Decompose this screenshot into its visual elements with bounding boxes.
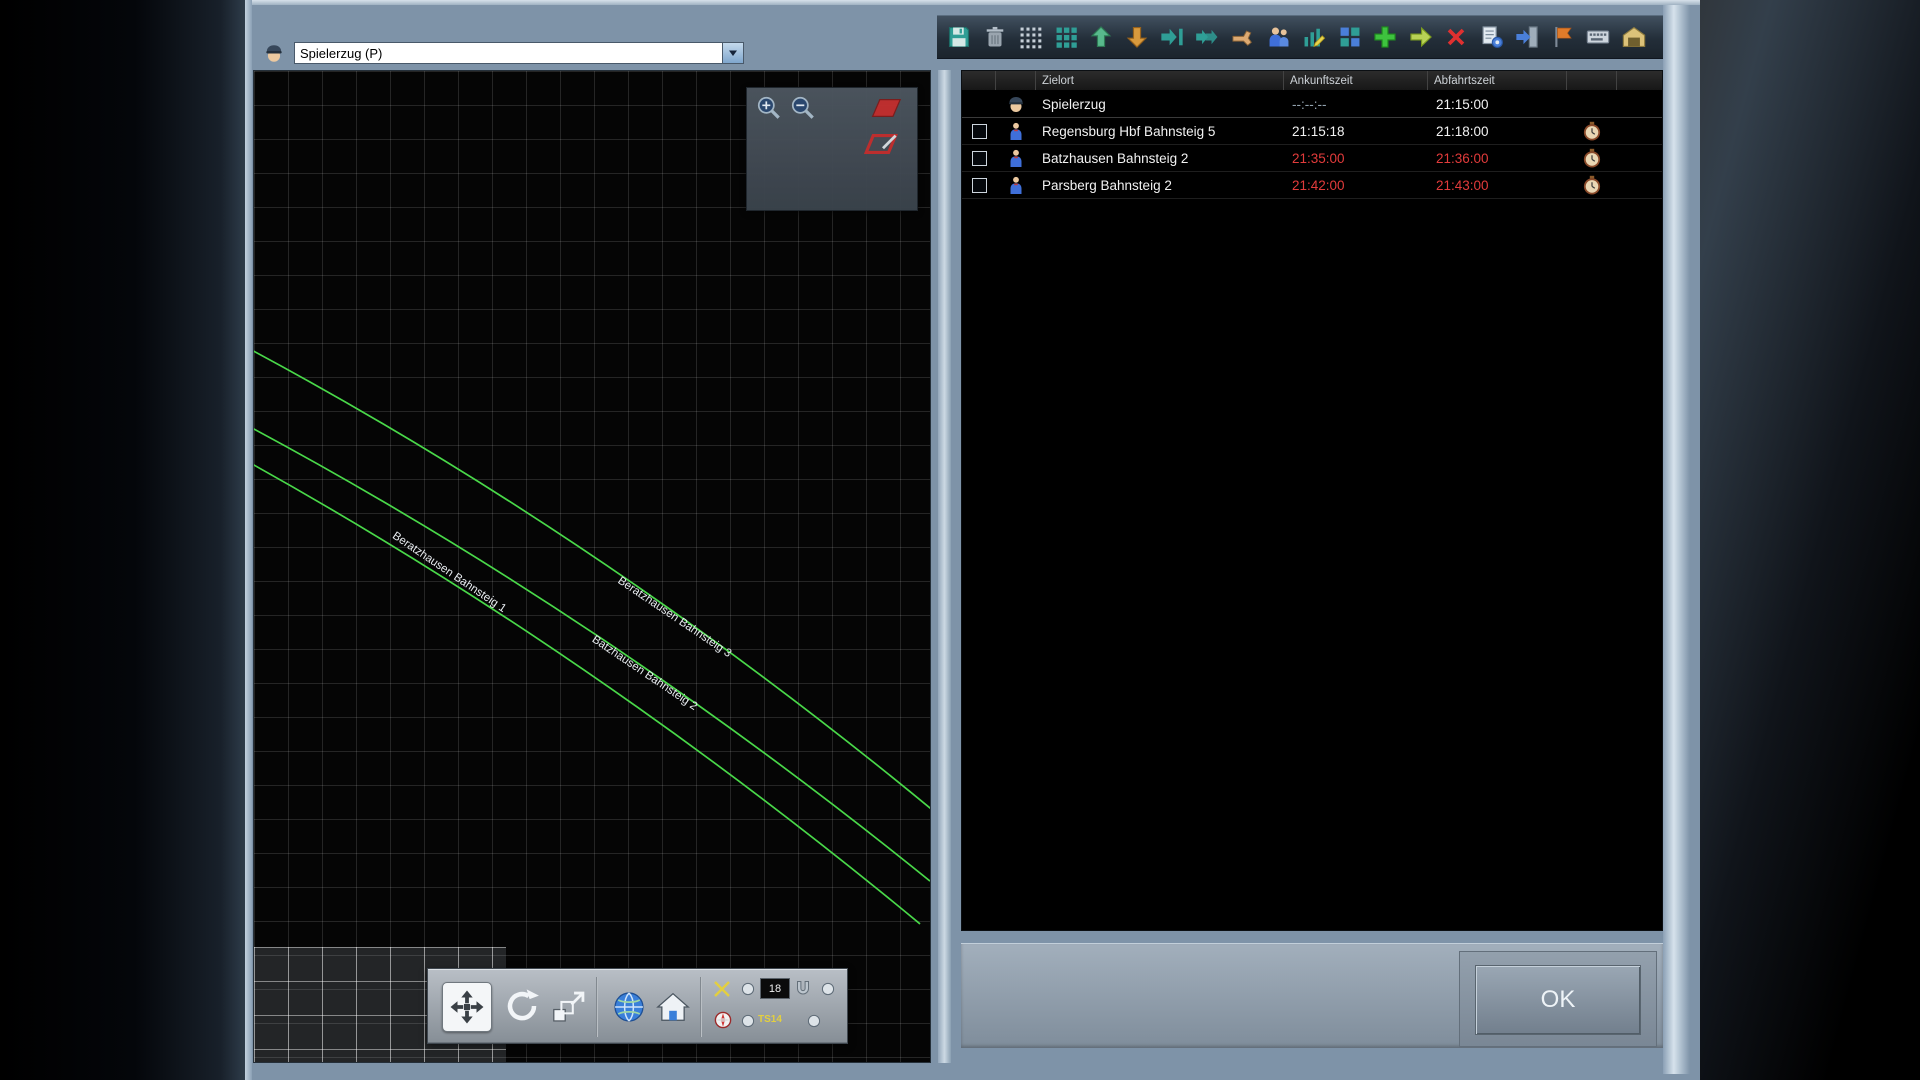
toolbar-divider <box>700 977 702 1037</box>
track-label: Batzhausen Bahnsteig 2 <box>590 633 700 712</box>
arrival-time[interactable]: 21:42:00 <box>1292 178 1345 193</box>
zoom-in-icon[interactable] <box>755 94 783 122</box>
depot-icon[interactable] <box>1620 23 1648 51</box>
passengers-icon[interactable] <box>1265 23 1293 51</box>
red-shape-edit-icon[interactable] <box>861 130 905 158</box>
driver-icon <box>263 42 285 64</box>
keyboard-icon[interactable] <box>1584 23 1612 51</box>
map-overlay-panel <box>746 87 918 211</box>
insert-row-icon[interactable] <box>1158 23 1186 51</box>
radio-button[interactable] <box>806 1013 822 1029</box>
grid-size-value[interactable]: 18 <box>760 978 790 999</box>
frame-highlight-right <box>1663 5 1690 1074</box>
add-plus-icon[interactable] <box>1371 23 1399 51</box>
track-layer: Beratzhausen Bahnsteig 1 Beratzhausen Ba… <box>254 349 930 925</box>
add-arrow-icon[interactable] <box>1407 23 1435 51</box>
table-header: Zielort Ankunftszeit Abfahrtszeit <box>962 71 1662 91</box>
driver-icon <box>1006 94 1026 114</box>
header-extra-col <box>1617 71 1662 90</box>
track-line[interactable] <box>254 426 930 882</box>
header-checkbox-col <box>962 71 996 90</box>
compass-icon[interactable] <box>714 1011 732 1029</box>
departure-time[interactable]: 21:15:00 <box>1436 97 1489 112</box>
train-selector[interactable]: Spielerzug (P) <box>294 42 744 64</box>
grid-small-icon[interactable] <box>1016 23 1044 51</box>
rotate-button[interactable] <box>502 986 542 1026</box>
departure-time[interactable]: 21:43:00 <box>1436 178 1489 193</box>
timetable-table[interactable]: Zielort Ankunftszeit Abfahrtszeit Spiele… <box>961 70 1663 931</box>
header-clock-col <box>1567 71 1617 90</box>
frame-highlight-middle <box>938 70 951 1063</box>
passenger-icon <box>1006 148 1026 168</box>
departure-time[interactable]: 21:18:00 <box>1436 124 1489 139</box>
red-shape-icon[interactable] <box>867 96 907 120</box>
table-row[interactable]: Regensburg Hbf Bahnsteig 5 21:15:18 21:18:… <box>962 118 1662 145</box>
row-checkbox[interactable] <box>971 177 987 193</box>
form-gear-icon[interactable] <box>1478 23 1506 51</box>
arrival-time[interactable]: 21:15:18 <box>1292 124 1345 139</box>
train-selector-value: Spielerzug (P) <box>300 45 383 61</box>
destination-label: Parsberg Bahnsteig 2 <box>1042 177 1172 193</box>
pick-hand-icon[interactable] <box>1229 23 1257 51</box>
map-toolbar: 18 TS14 <box>427 968 848 1044</box>
table-row[interactable]: Batzhausen Bahnsteig 2 21:35:00 21:36:00 <box>962 145 1662 172</box>
clock-icon[interactable] <box>1582 175 1602 195</box>
flag-icon[interactable] <box>1549 23 1577 51</box>
header-abfahrtszeit: Abfahrtszeit <box>1428 71 1567 90</box>
ok-button[interactable]: OK <box>1475 965 1641 1035</box>
chart-edit-icon[interactable] <box>1300 23 1328 51</box>
delete-icon[interactable] <box>981 23 1009 51</box>
track-line[interactable] <box>254 349 930 812</box>
free-move-button[interactable] <box>550 988 588 1026</box>
destination-label: Batzhausen Bahnsteig 2 <box>1042 150 1189 166</box>
zoom-out-icon[interactable] <box>789 94 817 122</box>
door-enter-icon[interactable] <box>1513 23 1541 51</box>
home-button[interactable] <box>654 988 692 1026</box>
header-ankunftszeit: Ankunftszeit <box>1284 71 1428 90</box>
chevron-down-icon[interactable] <box>722 43 743 63</box>
table-row[interactable]: Spielerzug --:--:-- 21:15:00 <box>962 91 1662 118</box>
snap-magnet-icon[interactable] <box>794 979 812 997</box>
arrival-time[interactable]: 21:35:00 <box>1292 151 1345 166</box>
header-icon-col <box>996 71 1036 90</box>
frame-highlight-top <box>245 0 1700 5</box>
destination-label: Regensburg Hbf Bahnsteig 5 <box>1042 123 1216 139</box>
destination-label: Spielerzug <box>1042 96 1106 112</box>
move-button[interactable] <box>442 982 492 1032</box>
cut-tool-icon[interactable] <box>712 979 732 999</box>
remove-x-icon[interactable] <box>1442 23 1470 51</box>
radio-button[interactable] <box>740 981 756 997</box>
screen-right-band <box>1700 0 1920 1080</box>
grid-blue-icon[interactable] <box>1336 23 1364 51</box>
passenger-icon <box>1006 175 1026 195</box>
track-label: Beratzhausen Bahnsteig 1 <box>390 530 508 615</box>
map-canvas[interactable]: Beratzhausen Bahnsteig 1 Beratzhausen Ba… <box>253 70 931 1063</box>
save-icon[interactable] <box>945 23 973 51</box>
departure-time[interactable]: 21:36:00 <box>1436 151 1489 166</box>
track-id-label: TS14 <box>758 1013 782 1025</box>
row-checkbox[interactable] <box>971 123 987 139</box>
radio-button[interactable] <box>820 981 836 997</box>
arrival-time[interactable]: --:--:-- <box>1292 97 1326 112</box>
clock-icon[interactable] <box>1582 121 1602 141</box>
clock-icon[interactable] <box>1582 148 1602 168</box>
timetable-toolbar <box>937 15 1663 59</box>
grid-large-icon[interactable] <box>1052 23 1080 51</box>
track-label: Beratzhausen Bahnsteig 3 <box>615 575 733 660</box>
screen-left-band <box>0 0 245 1080</box>
frame-highlight-left <box>245 0 252 1080</box>
toolbar-divider <box>596 977 598 1037</box>
row-checkbox[interactable] <box>971 150 987 166</box>
table-body: Spielerzug --:--:-- 21:15:00 Regensburg Hbf… <box>962 91 1662 199</box>
radio-button[interactable] <box>740 1013 756 1029</box>
track-line[interactable] <box>254 462 921 925</box>
table-row[interactable]: Parsberg Bahnsteig 2 21:42:00 21:43:00 <box>962 172 1662 199</box>
move-down-icon[interactable] <box>1123 23 1151 51</box>
header-zielort: Zielort <box>1036 71 1284 90</box>
move-up-icon[interactable] <box>1087 23 1115 51</box>
globe-button[interactable] <box>610 988 648 1026</box>
passenger-icon <box>1006 121 1026 141</box>
append-row-icon[interactable] <box>1194 23 1222 51</box>
